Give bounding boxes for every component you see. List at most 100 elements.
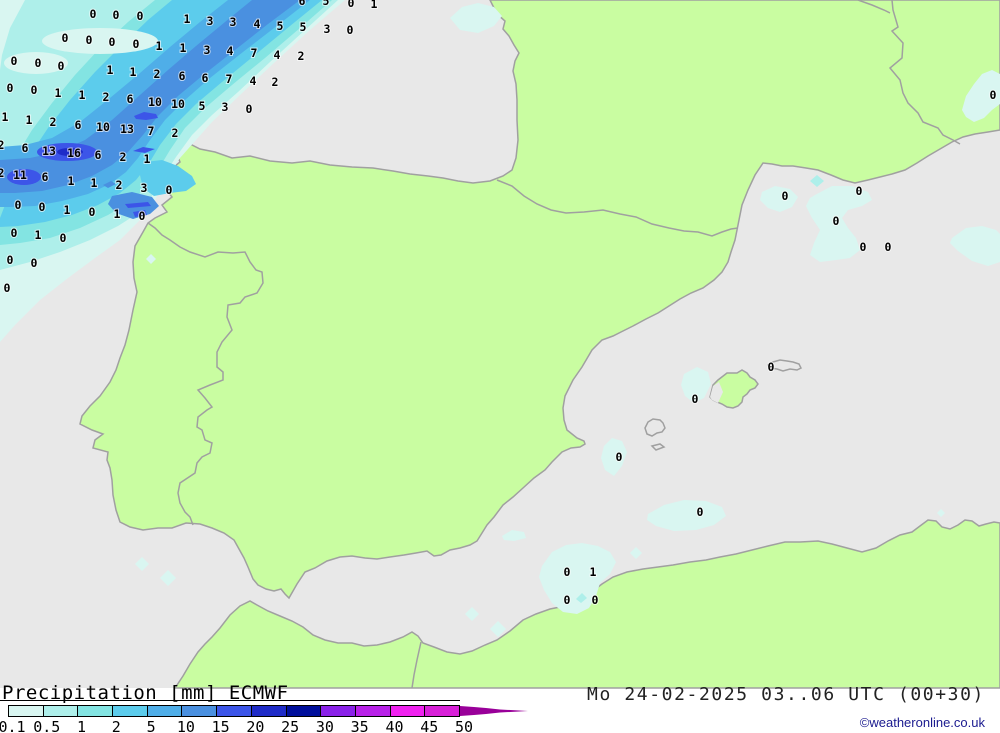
precip-value-label: 4 [274, 48, 281, 62]
precip-value-label: 11 [13, 168, 27, 182]
precip-value-label: 6 [179, 69, 186, 83]
precip-value-label: 2 [0, 166, 4, 180]
scale-cell-45 [425, 706, 459, 716]
precip-value-label: 6 [75, 118, 82, 132]
precip-value-label: 1 [114, 207, 121, 221]
scale-tick: 40 [385, 718, 403, 733]
precip-value-label: 1 [590, 565, 597, 579]
precip-value-label: 6 [22, 141, 29, 155]
precip-value-label: 5 [277, 19, 284, 33]
precip-value-label: 6 [95, 148, 102, 162]
precip-value-label: 2 [154, 67, 161, 81]
precip-value-label: 0 [616, 450, 623, 464]
scale-cell-2 [113, 706, 148, 716]
precip-value-label: 5 [323, 0, 330, 8]
precip-value-label: 0 [139, 209, 146, 223]
scale-cell-20 [252, 706, 287, 716]
precip-value-label: 0 [58, 59, 65, 73]
precip-value-label: 0 [347, 23, 354, 37]
valid-time-label: Mo 24-02-2025 03..06 UTC (00+30) [587, 684, 985, 705]
precip-value-label: 0 [833, 214, 840, 228]
precip-value-label: 4 [227, 44, 234, 58]
scale-cell-10 [182, 706, 217, 716]
overflow-arrow [460, 706, 528, 716]
scale-cell-35 [356, 706, 391, 716]
precip-value-label: 16 [67, 146, 81, 160]
precip-value-label: 1 [184, 12, 191, 26]
precip-value-label: 2 [172, 126, 179, 140]
precip-value-label: 7 [226, 72, 233, 86]
scale-tick: 0.5 [33, 718, 60, 733]
scale-tick: 1 [77, 718, 86, 733]
precip-value-label: 5 [199, 99, 206, 113]
precip-value-label: 5 [300, 20, 307, 34]
precip-value-label: 2 [50, 115, 57, 129]
precip-value-label: 0 [133, 37, 140, 51]
legend-underline [0, 700, 460, 701]
scale-cell-0.5 [44, 706, 79, 716]
scale-tick: 30 [316, 718, 334, 733]
precip-value-label: 0 [31, 83, 38, 97]
precip-value-label: 13 [120, 122, 134, 136]
precip-value-label: 2 [103, 90, 110, 104]
precip-value-label: 0 [109, 35, 116, 49]
scale-tick: 0.1 [0, 718, 26, 733]
precip-value-label: 0 [11, 226, 18, 240]
precip-value-label: 1 [107, 63, 114, 77]
precip-value-label: 6 [202, 71, 209, 85]
precip-value-label: 0 [782, 189, 789, 203]
scale-tick: 35 [351, 718, 369, 733]
precip-value-label: 0 [11, 54, 18, 68]
precip-value-label: 0 [89, 205, 96, 219]
precip-value-label: 0 [90, 7, 97, 21]
precip-value-label: 0 [885, 240, 892, 254]
scale-cell-5 [148, 706, 183, 716]
precip-value-label: 6 [127, 92, 134, 106]
precip-value-label: 3 [207, 14, 214, 28]
scale-cell-30 [321, 706, 356, 716]
precip-value-label: 1 [91, 176, 98, 190]
scale-tick: 2 [112, 718, 121, 733]
scale-tick: 5 [147, 718, 156, 733]
copyright-label: ©weatheronline.co.uk [860, 715, 985, 730]
precip-value-label: 0 [7, 81, 14, 95]
precip-value-label: 3 [222, 100, 229, 114]
scale-cell-0.1 [9, 706, 44, 716]
scale-tick: 20 [246, 718, 264, 733]
precip-value-label: 0 [246, 102, 253, 116]
scale-tick-labels: 0.10.5125101520253035404550 [0, 718, 560, 733]
precip-value-label: 0 [592, 593, 599, 607]
precip-value-label: 0 [860, 240, 867, 254]
precip-value-label: 1 [144, 152, 151, 166]
precip-value-label: 0 [564, 593, 571, 607]
precip-value-label: 10 [96, 120, 110, 134]
precip-value-label: 1 [2, 110, 9, 124]
precip-value-label: 1 [156, 39, 163, 53]
precip-value-label: 0 [86, 33, 93, 47]
precip-value-label: 3 [204, 43, 211, 57]
scale-cell-15 [217, 706, 252, 716]
precip-value-label: 0 [348, 0, 355, 10]
precip-value-label: 0 [7, 253, 14, 267]
precip-value-label: 0 [39, 200, 46, 214]
precip-value-label: 2 [0, 138, 4, 152]
scale-tick: 50 [455, 718, 473, 733]
precip-value-label: 0 [113, 8, 120, 22]
precip-value-label: 3 [324, 22, 331, 36]
scale-cell-1 [78, 706, 113, 716]
precip-value-label: 0 [35, 56, 42, 70]
precip-value-label: 1 [64, 203, 71, 217]
precip-value-label: 0 [166, 183, 173, 197]
map-canvas: 6501000133455300000113474200011266742001… [0, 0, 1000, 733]
precip-value-label: 0 [990, 88, 997, 102]
precip-value-label: 0 [564, 565, 571, 579]
scale-tick: 15 [212, 718, 230, 733]
precip-value-label: 2 [120, 150, 127, 164]
precip-value-label: 0 [692, 392, 699, 406]
scale-tick: 45 [420, 718, 438, 733]
precip-value-label: 7 [148, 124, 155, 138]
precip-value-label: 7 [251, 46, 258, 60]
precip-value-label: 10 [148, 95, 162, 109]
scale-tick: 10 [177, 718, 195, 733]
precip-value-label: 3 [230, 15, 237, 29]
